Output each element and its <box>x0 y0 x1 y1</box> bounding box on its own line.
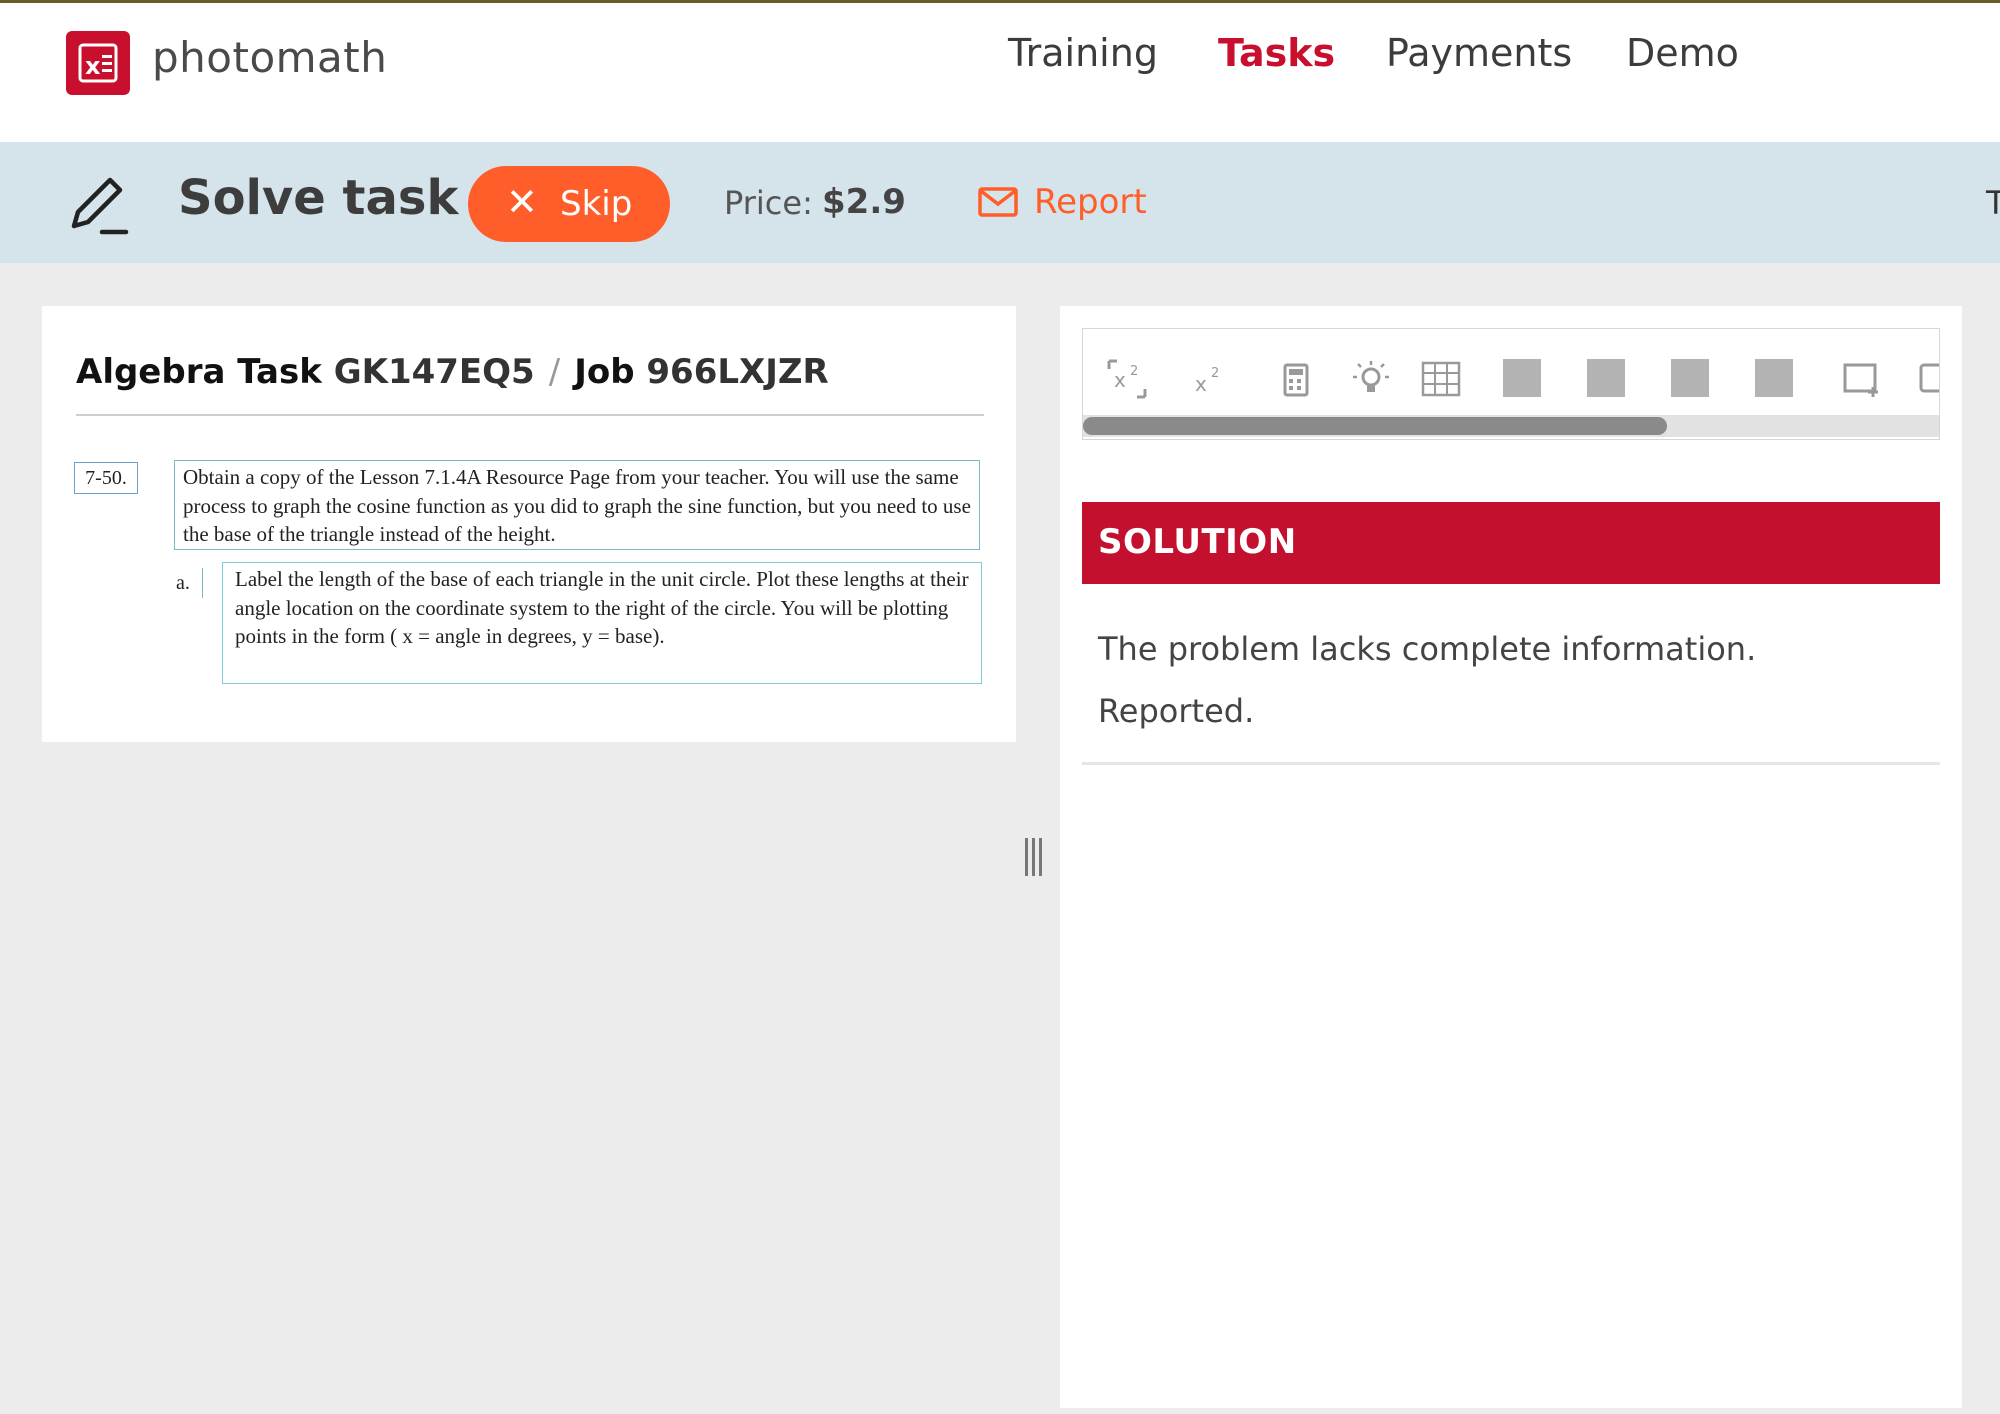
task-card: Algebra Task GK147EQ5 / Job 966LXJZR 7-50.… <box>42 306 1016 742</box>
photomath-logo-icon[interactable]: x <box>66 31 130 95</box>
problem-number: 7-50. <box>74 462 138 494</box>
price-label: Price: <box>724 184 813 222</box>
insert-box-icon[interactable] <box>1839 357 1879 397</box>
solution-header-label: SOLUTION <box>1098 522 1297 562</box>
svg-text:x: x <box>1195 372 1207 396</box>
editor-toolbar: x 2 x 2 <box>1082 328 1940 440</box>
sub-question-label: a. <box>176 568 203 598</box>
solution-header: SOLUTION <box>1082 502 1940 584</box>
problem-text: Obtain a copy of the Lesson 7.1.4A Resou… <box>174 460 980 550</box>
task-heading: Algebra Task GK147EQ5 / Job 966LXJZR <box>76 352 829 392</box>
top-navbar: x photomath Training Tasks Payments Demo <box>0 0 2000 142</box>
task-subject: Algebra Task <box>76 352 322 392</box>
brand-name[interactable]: photomath <box>152 33 387 82</box>
solution-panel: x 2 x 2 SOLUTION The problem lacks compl… <box>1060 306 1962 1408</box>
pencil-icon <box>71 177 129 235</box>
svg-text:x: x <box>85 52 101 80</box>
envelope-icon <box>978 187 1018 217</box>
page-title: Solve task <box>178 170 459 226</box>
solution-line: The problem lacks complete information. <box>1098 630 1757 668</box>
solution-text[interactable]: The problem lacks complete information. … <box>1098 618 1918 742</box>
placeholder-square-icon[interactable] <box>1755 359 1793 397</box>
placeholder-square-icon[interactable] <box>1503 359 1541 397</box>
toolbar-scrollbar-thumb[interactable] <box>1083 417 1667 435</box>
nav-demo[interactable]: Demo <box>1626 31 1739 75</box>
matrix-subscript-icon[interactable]: x 2 <box>1105 357 1147 399</box>
job-label: Job <box>574 352 635 392</box>
svg-text:2: 2 <box>1211 366 1219 381</box>
task-code: GK147EQ5 <box>333 352 535 392</box>
svg-text:2: 2 <box>1130 364 1138 379</box>
svg-text:x: x <box>1114 368 1126 392</box>
overflow-icon[interactable] <box>1917 357 1939 397</box>
price-value: $2.9 <box>822 182 906 222</box>
nav-training[interactable]: Training <box>1008 31 1158 75</box>
heading-separator: / <box>548 352 561 392</box>
solution-line: Reported. <box>1098 692 1255 730</box>
table-grid-icon[interactable] <box>1419 357 1461 397</box>
job-code: 966LXJZR <box>646 352 829 392</box>
cut-off-text: T <box>1986 184 2000 222</box>
task-action-bar: Solve task ✕ Skip Price: $2.9 Report T <box>0 142 2000 263</box>
solution-divider <box>1082 762 1940 765</box>
sub-question-text: Label the length of the base of each tri… <box>222 562 982 684</box>
superscript-icon[interactable]: x 2 <box>1189 357 1229 397</box>
calculator-icon[interactable] <box>1273 357 1313 397</box>
close-icon: ✕ <box>506 180 538 224</box>
nav-payments[interactable]: Payments <box>1386 31 1572 75</box>
skip-button[interactable]: ✕ Skip <box>468 166 670 242</box>
report-link-label: Report <box>1034 182 1147 222</box>
hint-lightbulb-icon[interactable] <box>1349 357 1389 397</box>
heading-divider <box>76 414 984 416</box>
nav-tasks[interactable]: Tasks <box>1218 31 1335 75</box>
skip-button-label: Skip <box>560 184 633 224</box>
placeholder-square-icon[interactable] <box>1587 359 1625 397</box>
panel-resize-handle[interactable] <box>1022 838 1048 880</box>
placeholder-square-icon[interactable] <box>1671 359 1709 397</box>
